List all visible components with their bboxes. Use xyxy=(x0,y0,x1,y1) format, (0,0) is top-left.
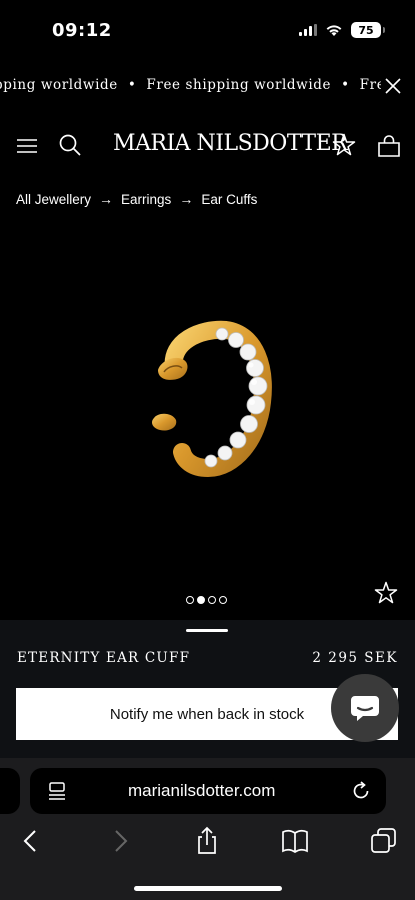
url-bar[interactable]: marianilsdotter.com xyxy=(30,768,386,814)
battery-icon: 75 xyxy=(351,22,385,38)
search-button[interactable] xyxy=(58,133,82,157)
announcement-text: pping worldwide • Free shipping worldwide •… xyxy=(0,77,394,93)
announcement-separator: • xyxy=(127,77,137,93)
menu-button[interactable] xyxy=(16,135,38,157)
carousel-dot[interactable] xyxy=(219,596,227,604)
announcement-separator: • xyxy=(341,77,350,93)
hamburger-menu-icon xyxy=(17,139,37,153)
carousel-dot-active[interactable] xyxy=(197,596,205,604)
breadcrumb-all-jewellery[interactable]: All Jewellery xyxy=(16,192,91,207)
image-carousel-dots xyxy=(186,596,227,604)
breadcrumb-ear-cuffs[interactable]: Ear Cuffs xyxy=(201,192,257,207)
sheet-drag-handle[interactable] xyxy=(186,629,228,632)
ear-cuff-image xyxy=(152,320,272,478)
tabs-icon[interactable] xyxy=(369,826,399,856)
back-icon[interactable] xyxy=(16,826,46,856)
cellular-signal-icon xyxy=(299,24,317,36)
bookmarks-icon[interactable] xyxy=(280,826,310,856)
breadcrumb: All Jewellery → Earrings → Ear Cuffs xyxy=(16,191,257,207)
breadcrumb-earrings[interactable]: Earrings xyxy=(121,192,171,207)
status-bar: 09:12 75 xyxy=(0,0,415,62)
chat-button[interactable] xyxy=(331,674,399,742)
status-icons: 75 xyxy=(299,22,385,38)
add-to-wishlist-button[interactable] xyxy=(373,580,399,606)
star-outline-icon xyxy=(332,133,356,156)
star-outline-icon xyxy=(374,581,398,604)
shopping-bag-icon xyxy=(378,135,400,157)
close-announcement-button[interactable] xyxy=(381,74,405,98)
announcement-item: pping worldwide xyxy=(0,77,118,93)
brand-logo[interactable]: MARIA NILSDOTTER xyxy=(113,131,348,156)
site-header: MARIA NILSDOTTER xyxy=(0,125,415,169)
chat-bubble-icon xyxy=(351,696,379,721)
forward-icon[interactable] xyxy=(105,826,135,856)
battery-level: 75 xyxy=(358,23,374,37)
breadcrumb-arrow-icon: → xyxy=(179,191,194,207)
product-name: ETERNITY EAR CUFF xyxy=(17,650,191,666)
carousel-dot[interactable] xyxy=(208,596,216,604)
announcement-item: Free shipping worldwide xyxy=(146,77,332,93)
announcement-bar: pping worldwide • Free shipping worldwide •… xyxy=(0,68,415,104)
wifi-icon xyxy=(326,24,342,36)
reload-icon[interactable] xyxy=(350,780,372,802)
close-icon xyxy=(385,78,401,94)
browser-bottom-toolbar xyxy=(0,826,415,860)
share-icon[interactable] xyxy=(192,826,222,856)
previous-tab[interactable] xyxy=(0,768,20,814)
status-time: 09:12 xyxy=(52,20,112,41)
browser-toolbar: marianilsdotter.com xyxy=(0,758,415,900)
carousel-dot[interactable] xyxy=(186,596,194,604)
wishlist-button[interactable] xyxy=(331,132,357,158)
product-image[interactable] xyxy=(130,290,290,500)
url-text: marianilsdotter.com xyxy=(128,781,276,800)
shopping-bag-button[interactable] xyxy=(376,133,402,159)
breadcrumb-arrow-icon: → xyxy=(99,191,114,207)
home-indicator xyxy=(134,886,282,891)
search-icon xyxy=(59,134,81,156)
product-price: 2 295 SEK xyxy=(312,650,398,666)
page-menu-icon[interactable] xyxy=(46,780,68,802)
